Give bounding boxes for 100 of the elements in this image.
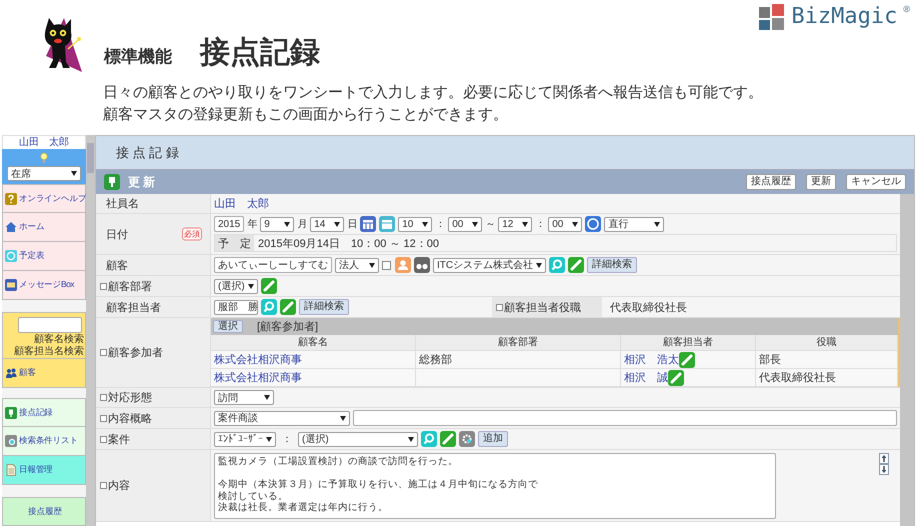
- caret-icon: [71, 171, 77, 176]
- detail-search-button[interactable]: 詳細検索: [587, 257, 638, 273]
- summary-dropdown[interactable]: 案件商談: [214, 410, 350, 426]
- contact-dropdown[interactable]: 服部 勝: [214, 300, 258, 314]
- field-label: 内容概略: [108, 412, 152, 426]
- field-label: 対応形態: [108, 390, 152, 405]
- unit-label: 年: [247, 218, 258, 231]
- project-dropdown[interactable]: (選択): [298, 432, 418, 446]
- action-button[interactable]: 更新: [806, 174, 836, 190]
- separator-text: ：: [282, 433, 292, 446]
- minute-dropdown[interactable]: 00: [448, 216, 482, 232]
- caret-icon: [248, 284, 254, 288]
- toggle-box[interactable]: [100, 394, 107, 401]
- hour-dropdown[interactable]: 12: [498, 216, 532, 232]
- search-icon[interactable]: [549, 257, 566, 273]
- field-label: 日付: [106, 228, 128, 242]
- search-link[interactable]: 顧客名検索: [34, 334, 84, 345]
- plug-icon: [5, 406, 17, 418]
- sidebar-item[interactable]: 接点履歴: [2, 497, 86, 526]
- squares-logo-icon: [759, 4, 786, 30]
- sidebar-item[interactable]: 予定表: [2, 242, 86, 271]
- project-type-dropdown[interactable]: ｴﾝﾄﾞﾕｰｻﾞｰ: [214, 432, 276, 446]
- contact-method-dropdown[interactable]: 訪問: [214, 390, 274, 405]
- toggle-box[interactable]: [100, 282, 107, 290]
- content-line: 監視カメラ（工場設置検討）の商談で訪問を行った。: [218, 456, 459, 468]
- month-dropdown[interactable]: 9: [260, 216, 294, 232]
- summary-field[interactable]: [353, 410, 897, 426]
- sidebar-item[interactable]: 日報管理: [2, 456, 86, 485]
- calendar-icon[interactable]: [379, 216, 396, 232]
- time-separator: ：: [535, 218, 546, 231]
- up-down-arrows-icon[interactable]: [879, 453, 889, 475]
- toggle-box[interactable]: [100, 349, 107, 356]
- search-link[interactable]: 顧客担当名検索: [14, 346, 84, 357]
- year-field[interactable]: 2015: [214, 216, 244, 232]
- unit-label: 月: [297, 218, 308, 231]
- select-button[interactable]: 選択: [213, 320, 243, 333]
- action-button[interactable]: 接点履歴: [746, 174, 796, 190]
- toggle-box[interactable]: [100, 414, 107, 422]
- contact-link[interactable]: 相沢 誠: [624, 370, 668, 385]
- brand-name: BizMagic: [791, 4, 898, 30]
- pencil-icon[interactable]: [280, 299, 296, 315]
- caret-icon: [654, 222, 660, 226]
- schedule-text: 2015年09月14日 10：00 ～ 12：00: [258, 236, 439, 250]
- hour-dropdown[interactable]: 10: [398, 216, 432, 232]
- customer-kana-field[interactable]: あいてぃーしーしすてむ: [214, 257, 332, 273]
- content-textarea[interactable]: 監視カメラ（工場設置検討）の商談で訪問を行った。 今期中（本決算３月）に予算取りを行い、施工は４月中旬になる方向で 検討している。 決裁は社長。業者選定は年内に行う。: [214, 453, 776, 519]
- contact-link[interactable]: 相沢 浩太: [624, 352, 679, 367]
- company-link[interactable]: 株式会社相沢商事: [214, 352, 302, 367]
- detail-search-button[interactable]: 詳細検索: [299, 299, 349, 315]
- sidebar-item[interactable]: メッセージBox: [2, 271, 86, 300]
- field-label: 顧客参加者: [108, 346, 163, 360]
- light-bulb-icon: [40, 152, 48, 164]
- toggle-box[interactable]: [100, 436, 107, 442]
- customer-type-dropdown[interactable]: 法人: [335, 258, 379, 272]
- field-label: 社員名: [106, 197, 139, 211]
- column-header: 顧客担当者: [621, 335, 756, 351]
- sidebar-item[interactable]: 検索条件リスト: [2, 427, 86, 456]
- column-header: 顧客名: [211, 335, 416, 351]
- toggle-box[interactable]: [100, 482, 107, 489]
- action-button[interactable]: キャンセル: [846, 174, 906, 190]
- calendar-icon[interactable]: [360, 216, 376, 232]
- search-icon[interactable]: [261, 299, 277, 315]
- field-label: 内容: [108, 478, 130, 493]
- clock-icon[interactable]: [585, 216, 602, 232]
- registered-mark: ®: [903, 4, 910, 14]
- field-label: 顧客部署: [108, 280, 152, 294]
- sidebar-item[interactable]: ホーム: [2, 213, 86, 242]
- pencil-icon[interactable]: [440, 431, 456, 447]
- visit-mode-dropdown[interactable]: 直行: [604, 216, 664, 232]
- status-dropdown[interactable]: 在席: [7, 166, 81, 181]
- required-badge: 必須: [182, 228, 202, 240]
- sidebar-item[interactable]: 顧客: [2, 359, 86, 388]
- department-dropdown[interactable]: (選択): [214, 278, 258, 294]
- field-label: 顧客担当者役職: [504, 300, 581, 314]
- caret-icon: [472, 222, 478, 226]
- document-icon: [5, 464, 17, 476]
- company-link[interactable]: 株式会社相沢商事: [214, 370, 302, 385]
- caret-icon: [284, 222, 290, 226]
- table-cell: 部長: [756, 351, 898, 369]
- pencil-icon[interactable]: [679, 352, 695, 368]
- company-dropdown[interactable]: ITCシステム株式会社: [433, 258, 546, 272]
- search-field[interactable]: [18, 317, 82, 333]
- field-label: 顧客担当者: [106, 300, 161, 314]
- toggle-box[interactable]: [496, 304, 503, 310]
- table-cell: 総務部: [416, 351, 621, 369]
- scrollbar[interactable]: [900, 194, 914, 526]
- sidebar-item[interactable]: 接点記録: [2, 398, 86, 427]
- caret-icon: [536, 262, 542, 268]
- minute-dropdown[interactable]: 00: [548, 216, 582, 232]
- checkbox[interactable]: [382, 260, 391, 270]
- scrollbar[interactable]: [86, 135, 95, 526]
- search-icon[interactable]: [421, 431, 437, 447]
- range-mark: ～: [485, 218, 496, 231]
- pencil-icon[interactable]: [261, 278, 277, 294]
- unit-label: 日: [347, 218, 358, 231]
- caret-icon: [266, 436, 272, 442]
- pencil-icon[interactable]: [568, 257, 584, 273]
- pencil-icon[interactable]: [668, 370, 684, 386]
- add-button[interactable]: 追加: [478, 431, 508, 447]
- day-dropdown[interactable]: 14: [310, 216, 344, 232]
